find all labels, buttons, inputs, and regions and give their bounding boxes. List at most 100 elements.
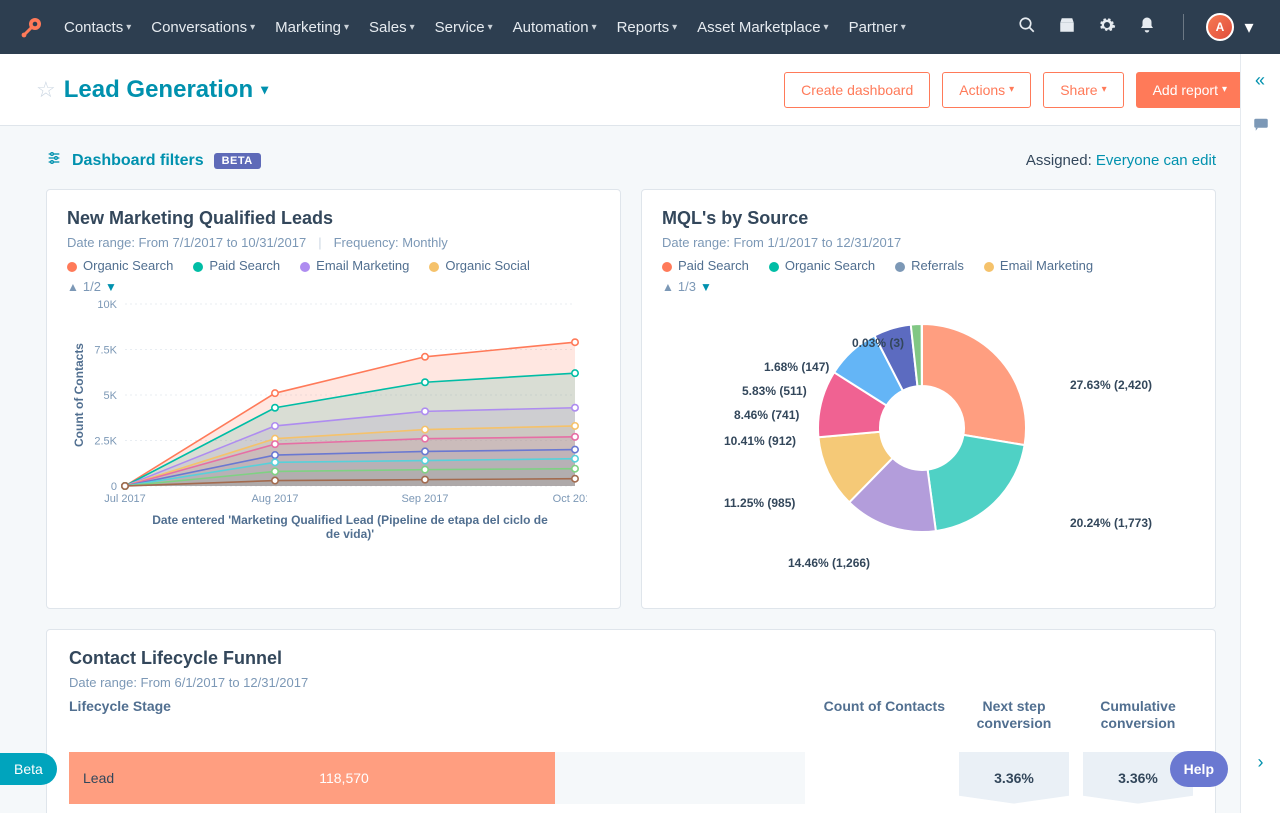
pager-next[interactable]: ▼ xyxy=(700,280,712,294)
nav-asset-marketplace[interactable]: Asset Marketplace▾ xyxy=(689,19,836,36)
legend-item[interactable]: Organic Search xyxy=(67,258,173,273)
chevron-down-icon: ▾ xyxy=(126,22,131,33)
filter-icon xyxy=(46,150,62,171)
legend-item[interactable]: Paid Search xyxy=(662,258,749,273)
chart-label: 11.25% (985) xyxy=(724,496,795,510)
chart-label: 8.46% (741) xyxy=(734,408,799,422)
nav-marketing[interactable]: Marketing▾ xyxy=(267,19,357,36)
chevron-down-icon: ▾ xyxy=(1102,84,1107,95)
svg-text:Sep 2017: Sep 2017 xyxy=(401,493,448,505)
filters-row: Dashboard filters BETA Assigned: Everyon… xyxy=(46,150,1216,171)
chart-label: 5.83% (511) xyxy=(742,384,807,398)
pager-prev[interactable]: ▲ xyxy=(67,280,79,294)
date-range: Date range: From 7/1/2017 to 10/31/2017 xyxy=(67,235,306,250)
legend-pager: ▲ 1/3 ▼ xyxy=(662,279,1195,294)
legend-item[interactable]: Organic Social xyxy=(429,258,530,273)
beta-badge: BETA xyxy=(214,153,261,169)
area-chart: 02.5K5K7.5K10KJul 2017Aug 2017Sep 2017Oc… xyxy=(67,298,600,553)
card-title: MQL's by Source xyxy=(662,208,1195,229)
comments-icon[interactable] xyxy=(1252,115,1270,138)
chevron-down-icon: ▾ xyxy=(824,22,829,33)
svg-text:Aug 2017: Aug 2017 xyxy=(251,493,298,505)
nav-service[interactable]: Service▾ xyxy=(427,19,501,36)
nav-contacts[interactable]: Contacts▾ xyxy=(56,19,139,36)
chevron-down-icon: ▾ xyxy=(250,22,255,33)
legend-item[interactable]: Paid Search xyxy=(193,258,280,273)
pager-prev[interactable]: ▲ xyxy=(662,280,674,294)
chevron-down-icon: ▾ xyxy=(672,22,677,33)
funnel-row: Lead 118,570 3.36% 3.36% xyxy=(69,752,1193,804)
chart-legend: Organic Search Paid Search Email Marketi… xyxy=(67,258,600,273)
svg-text:0: 0 xyxy=(111,481,117,493)
next-conversion: 3.36% xyxy=(959,752,1069,804)
date-range: Date range: From 1/1/2017 to 12/31/2017 xyxy=(662,235,901,250)
dashboard-title-dropdown[interactable]: Lead Generation ▾ xyxy=(64,76,268,104)
legend-item[interactable]: Email Marketing xyxy=(300,258,409,273)
assigned-link[interactable]: Everyone can edit xyxy=(1096,152,1216,169)
svg-text:Count of Contacts: Count of Contacts xyxy=(72,343,86,447)
expand-rail-icon[interactable]: › xyxy=(1258,752,1264,773)
chart-label: 1.68% (147) xyxy=(764,360,829,374)
share-button[interactable]: Share▾ xyxy=(1043,72,1123,108)
svg-text:5K: 5K xyxy=(104,390,118,402)
funnel-header: Lifecycle Stage Count of Contacts Next s… xyxy=(69,698,1193,732)
svg-text:2.5K: 2.5K xyxy=(94,436,117,448)
nav-automation[interactable]: Automation▾ xyxy=(505,19,605,36)
stage-label: Lead xyxy=(69,770,114,786)
bell-icon[interactable] xyxy=(1129,16,1165,39)
nav-partner[interactable]: Partner▾ xyxy=(841,19,914,36)
hubspot-logo-icon[interactable] xyxy=(20,15,44,39)
chevron-down-icon: ▾ xyxy=(901,22,906,33)
assigned-block: Assigned: Everyone can edit xyxy=(1026,152,1216,169)
chevron-down-icon: ▾ xyxy=(1222,84,1227,95)
svg-text:Oct 2017: Oct 2017 xyxy=(553,493,587,505)
page-title: Lead Generation xyxy=(64,76,253,104)
chevron-down-icon: ▾ xyxy=(410,22,415,33)
svg-text:de vida)': de vida)' xyxy=(326,527,374,541)
content-area: Dashboard filters BETA Assigned: Everyon… xyxy=(0,126,1240,813)
account-dropdown[interactable]: ▾ xyxy=(1238,17,1260,38)
user-avatar[interactable]: A xyxy=(1206,13,1234,41)
card-funnel: Contact Lifecycle Funnel Date range: Fro… xyxy=(46,629,1216,813)
top-nav: Contacts▾ Conversations▾ Marketing▾ Sale… xyxy=(0,0,1280,54)
chart-label: 0.03% (3) xyxy=(852,336,904,350)
chevron-down-icon: ▾ xyxy=(1009,84,1014,95)
marketplace-icon[interactable] xyxy=(1049,16,1085,39)
nav-sales[interactable]: Sales▾ xyxy=(361,19,423,36)
chart-label: 10.41% (912) xyxy=(724,434,796,448)
svg-text:10K: 10K xyxy=(97,299,117,311)
actions-button[interactable]: Actions▾ xyxy=(942,72,1031,108)
pager-next[interactable]: ▼ xyxy=(105,280,117,294)
legend-item[interactable]: Referrals xyxy=(895,258,964,273)
card-title: Contact Lifecycle Funnel xyxy=(69,648,1193,669)
donut-chart: 27.63% (2,420) 20.24% (1,773) 14.46% (1,… xyxy=(662,308,1182,588)
stage-count: 118,570 xyxy=(319,770,369,786)
collapse-rail-icon[interactable]: » xyxy=(1255,70,1265,91)
svg-text:Date entered 'Marketing Qualif: Date entered 'Marketing Qualified Lead (… xyxy=(152,513,548,527)
chevron-down-icon: ▾ xyxy=(261,81,268,98)
chart-label: 14.46% (1,266) xyxy=(788,556,870,570)
gear-icon[interactable] xyxy=(1089,16,1125,39)
chart-label: 20.24% (1,773) xyxy=(1070,516,1152,530)
svg-text:Jul 2017: Jul 2017 xyxy=(104,493,146,505)
search-icon[interactable] xyxy=(1009,16,1045,39)
nav-reports[interactable]: Reports▾ xyxy=(609,19,686,36)
dashboard-filters-button[interactable]: Dashboard filters BETA xyxy=(46,150,261,171)
nav-conversations[interactable]: Conversations▾ xyxy=(143,19,263,36)
legend-item[interactable]: Email Marketing xyxy=(984,258,1093,273)
create-dashboard-button[interactable]: Create dashboard xyxy=(784,72,930,108)
card-title: New Marketing Qualified Leads xyxy=(67,208,600,229)
card-mqls-by-source: MQL's by Source Date range: From 1/1/201… xyxy=(641,189,1216,609)
beta-fab-button[interactable]: Beta xyxy=(0,753,57,785)
help-fab-button[interactable]: Help xyxy=(1170,751,1228,787)
add-report-button[interactable]: Add report▾ xyxy=(1136,72,1244,108)
card-new-mqls: New Marketing Qualified Leads Date range… xyxy=(46,189,621,609)
frequency: Frequency: Monthly xyxy=(334,235,448,250)
legend-pager: ▲ 1/2 ▼ xyxy=(67,279,600,294)
star-icon[interactable]: ☆ xyxy=(36,77,56,103)
legend-item[interactable]: Organic Search xyxy=(769,258,875,273)
nav-divider xyxy=(1183,14,1184,40)
chevron-down-icon: ▾ xyxy=(344,22,349,33)
chart-label: 27.63% (2,420) xyxy=(1070,378,1152,392)
chevron-down-icon: ▾ xyxy=(488,22,493,33)
